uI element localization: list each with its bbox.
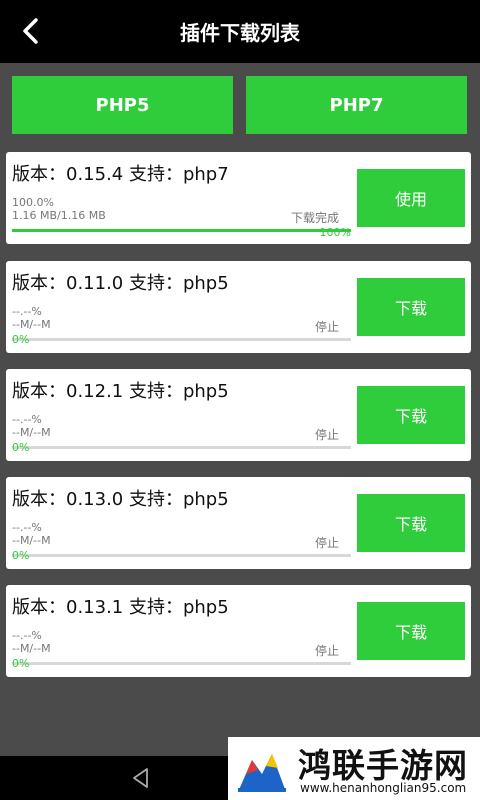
download-status: 停止: [314, 428, 339, 442]
download-status: 停止: [314, 644, 339, 658]
version-title: 版本：0.12.1 支持：php5: [12, 381, 229, 402]
percent-text: --.--%: [12, 305, 42, 318]
progress-bar: [12, 554, 351, 557]
plugin-card-0: 版本：0.15.4 支持：php7 100.0% 1.16 MB/1.16 MB…: [6, 152, 471, 244]
download-button[interactable]: 下载: [357, 386, 465, 444]
page-title: 插件下载列表: [180, 21, 300, 45]
percent-text: --.--%: [12, 629, 42, 642]
percent-text: 100.0%: [12, 196, 54, 209]
progress-bar: [12, 229, 351, 232]
site-watermark: 鸿联手游网 www.henanhonglian95.com: [228, 737, 480, 800]
download-status: 停止: [314, 320, 339, 334]
progress-bar: [12, 662, 351, 665]
download-button[interactable]: 下载: [357, 278, 465, 336]
progress-fill: [12, 229, 351, 232]
watermark-url: www.henanhonglian95.com: [300, 781, 467, 795]
progress-label: 0%: [12, 441, 30, 454]
plugin-card-4: 版本：0.13.1 支持：php5 --.--% --M/--M 停止 0% 下…: [6, 585, 471, 677]
progress-label: 0%: [12, 657, 30, 670]
watermark-logo-icon: [238, 754, 286, 792]
progress-label: 0%: [12, 333, 30, 346]
size-text: --M/--M: [12, 426, 51, 439]
tab-php7[interactable]: PHP7: [246, 76, 467, 134]
version-tabs: PHP5 PHP7: [0, 76, 480, 134]
size-text: --M/--M: [12, 642, 51, 655]
progress-label: 0%: [12, 549, 30, 562]
download-button[interactable]: 下载: [357, 494, 465, 552]
version-title: 版本：0.15.4 支持：php7: [12, 164, 229, 185]
plugin-card-2: 版本：0.12.1 支持：php5 --.--% --M/--M 停止 0% 下…: [6, 369, 471, 461]
plugin-card-1: 版本：0.11.0 支持：php5 --.--% --M/--M 停止 0% 下…: [6, 261, 471, 353]
use-button[interactable]: 使用: [357, 169, 465, 227]
app-bar: 插件下载列表: [0, 0, 480, 63]
watermark-name: 鸿联手游网: [298, 746, 468, 785]
tab-php5[interactable]: PHP5: [12, 76, 233, 134]
download-status: 停止: [314, 536, 339, 550]
plugin-card-3: 版本：0.13.0 支持：php5 --.--% --M/--M 停止 0% 下…: [6, 477, 471, 569]
percent-text: --.--%: [12, 521, 42, 534]
progress-bar: [12, 446, 351, 449]
version-title: 版本：0.11.0 支持：php5: [12, 273, 229, 294]
download-status: 下载完成: [290, 211, 339, 225]
progress-bar: [12, 338, 351, 341]
percent-text: --.--%: [12, 413, 42, 426]
nav-back-icon[interactable]: [128, 765, 154, 791]
progress-label: 100%: [319, 226, 351, 239]
download-button[interactable]: 下载: [357, 602, 465, 660]
version-title: 版本：0.13.0 支持：php5: [12, 489, 229, 510]
size-text: --M/--M: [12, 534, 51, 547]
plugin-list-content: PHP5 PHP7 版本：0.15.4 支持：php7 100.0% 1.16 …: [0, 63, 480, 756]
size-text: --M/--M: [12, 318, 51, 331]
size-text: 1.16 MB/1.16 MB: [12, 209, 106, 222]
version-title: 版本：0.13.1 支持：php5: [12, 597, 229, 618]
